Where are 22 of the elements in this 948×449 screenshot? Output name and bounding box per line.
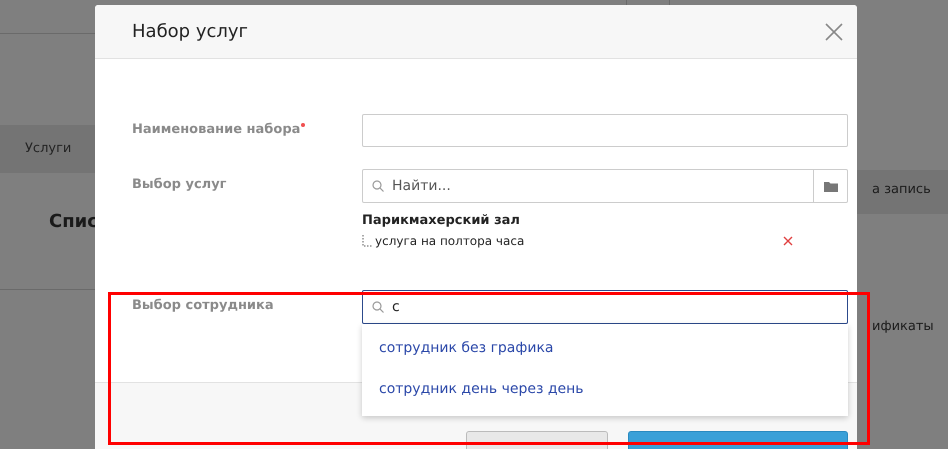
input-field[interactable]: [362, 114, 848, 148]
close-icon: [783, 236, 793, 246]
suggestion-item[interactable]: сотрудник день через день: [362, 370, 848, 412]
search-icon: [372, 301, 384, 314]
tree-branch-icon: [362, 235, 372, 248]
search-icon: [372, 180, 384, 192]
side-text: ификаты: [872, 319, 934, 334]
field-label: Выбор услуг: [132, 177, 226, 192]
suggestion-item[interactable]: сотрудник без графика: [362, 329, 848, 370]
remove-button[interactable]: [783, 236, 793, 246]
side-text: а запись: [872, 182, 931, 197]
search-field[interactable]: Найти...: [362, 169, 814, 204]
folder-icon: [824, 180, 838, 192]
search-field[interactable]: с: [362, 290, 848, 324]
dialog-title: Набор услуг: [132, 21, 248, 42]
folder-button[interactable]: [814, 169, 848, 204]
service-item: услуга на полтора часа: [375, 234, 526, 248]
group-title: Парикмахерский зал: [362, 213, 521, 228]
close-icon: [825, 22, 843, 40]
field-label: Выбор сотрудника: [132, 298, 274, 314]
field-label: Наименование набора: [132, 122, 300, 138]
page-title: Спис: [49, 211, 98, 232]
